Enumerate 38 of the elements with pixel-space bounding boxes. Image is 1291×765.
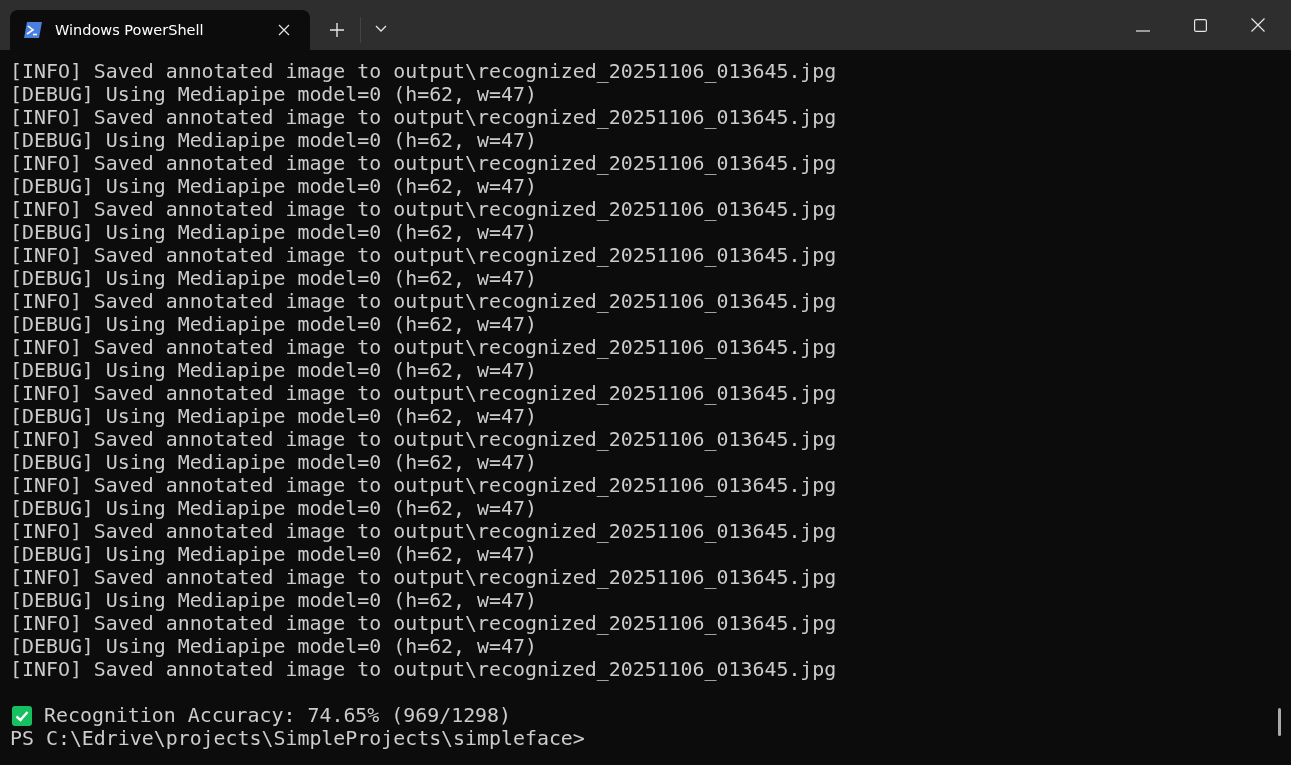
output-line: [DEBUG] Using Mediapipe model=0 (h=62, w=47) — [10, 451, 538, 474]
output-line: [DEBUG] Using Mediapipe model=0 (h=62, w=47) — [10, 543, 538, 566]
output-line: [DEBUG] Using Mediapipe model=0 (h=62, w=47) — [10, 221, 538, 244]
output-line: [DEBUG] Using Mediapipe model=0 (h=62, w=47) — [10, 497, 538, 520]
maximize-icon[interactable] — [1194, 19, 1207, 32]
output-line: [INFO] Saved annotated image to output\recognized_20251106_013645.jpg — [10, 106, 838, 129]
output-line: [INFO] Saved annotated image to output\recognized_20251106_013645.jpg — [10, 290, 838, 313]
new-tab-icon[interactable] — [330, 23, 344, 37]
output-line: [INFO] Saved annotated image to output\recognized_20251106_013645.jpg — [10, 336, 838, 359]
dropdown-caret-icon[interactable] — [375, 25, 387, 33]
output-line: [INFO] Saved annotated image to output\recognized_20251106_013645.jpg — [10, 566, 838, 589]
check-mark-icon — [12, 705, 32, 726]
powershell-icon — [23, 21, 43, 39]
output-line: [DEBUG] Using Mediapipe model=0 (h=62, w=47) — [10, 635, 538, 658]
prompt-line: PS C:\Edrive\projects\SimpleProjects\simpleface> — [10, 727, 586, 750]
output-line: Recognition Accuracy: 74.65% (969/1298) — [44, 704, 512, 727]
terminal-tab[interactable]: Windows PowerShell — [10, 10, 310, 50]
output-line: [DEBUG] Using Mediapipe model=0 (h=62, w=47) — [10, 267, 538, 290]
close-icon[interactable] — [1251, 18, 1265, 32]
output-line: [INFO] Saved annotated image to output\recognized_20251106_013645.jpg — [10, 152, 838, 175]
output-line: [INFO] Saved annotated image to output\recognized_20251106_013645.jpg — [10, 474, 838, 497]
output-line: [INFO] Saved annotated image to output\recognized_20251106_013645.jpg — [10, 198, 838, 221]
scrollbar-thumb[interactable] — [1278, 708, 1281, 736]
output-line: [INFO] Saved annotated image to output\recognized_20251106_013645.jpg — [10, 428, 838, 451]
output-line: [DEBUG] Using Mediapipe model=0 (h=62, w=47) — [10, 405, 538, 428]
output-line: [INFO] Saved annotated image to output\recognized_20251106_013645.jpg — [10, 520, 838, 543]
output-line: [INFO] Saved annotated image to output\recognized_20251106_013645.jpg — [10, 658, 838, 681]
close-tab-icon[interactable] — [278, 24, 290, 36]
output-line: [DEBUG] Using Mediapipe model=0 (h=62, w=47) — [10, 589, 538, 612]
output-line: [INFO] Saved annotated image to output\recognized_20251106_013645.jpg — [10, 382, 838, 405]
output-line: [DEBUG] Using Mediapipe model=0 (h=62, w=47) — [10, 129, 538, 152]
output-line: [DEBUG] Using Mediapipe model=0 (h=62, w=47) — [10, 83, 538, 106]
output-line: [DEBUG] Using Mediapipe model=0 (h=62, w=47) — [10, 313, 538, 336]
output-line: [DEBUG] Using Mediapipe model=0 (h=62, w=47) — [10, 175, 538, 198]
output-line: [INFO] Saved annotated image to output\recognized_20251106_013645.jpg — [10, 244, 838, 267]
output-line: [INFO] Saved annotated image to output\recognized_20251106_013645.jpg — [10, 60, 838, 83]
output-line: [INFO] Saved annotated image to output\recognized_20251106_013645.jpg — [10, 612, 838, 635]
output-line: [DEBUG] Using Mediapipe model=0 (h=62, w=47) — [10, 359, 538, 382]
